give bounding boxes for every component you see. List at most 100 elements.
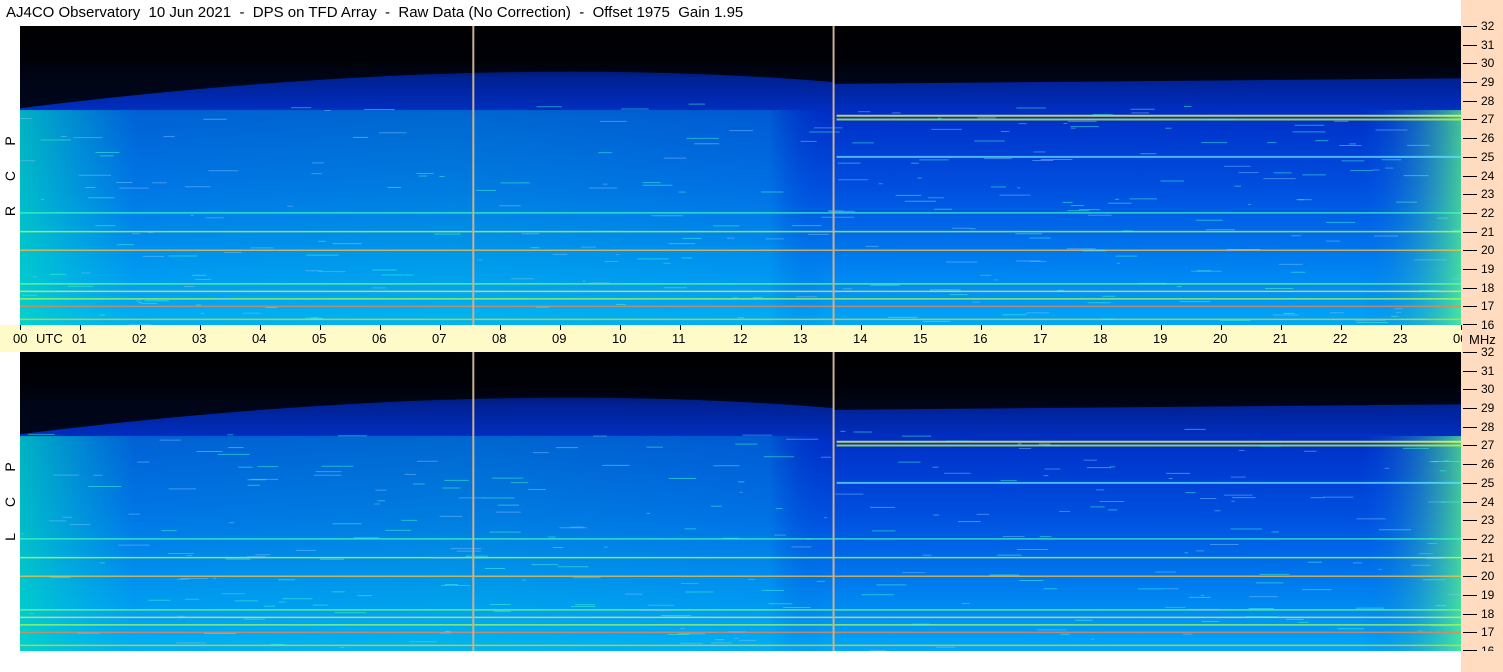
rcp-daytime-region (20, 110, 1461, 325)
frequency-tick-label: 20 (1481, 569, 1495, 583)
utc-tick-label: 20 (1213, 331, 1228, 346)
rcp-spectrogram (20, 26, 1461, 325)
utc-tick-mark (380, 325, 381, 330)
utc-tick-mark (1341, 325, 1342, 330)
utc-tick-mark (981, 325, 982, 330)
rcp-letter-r: R (2, 205, 18, 217)
utc-tick-mark (80, 325, 81, 330)
utc-tick-label: 16 (973, 331, 988, 346)
lcp-spectrogram-plot (20, 352, 1461, 651)
frequency-tick-mark (1463, 389, 1477, 390)
frequency-tick-mark (1463, 408, 1477, 409)
frequency-tick-mark (1463, 138, 1477, 139)
utc-tick-mark (200, 325, 201, 330)
frequency-tick-mark (1463, 632, 1477, 633)
frequency-tick-mark (1463, 371, 1477, 372)
utc-tick-mark (1281, 325, 1282, 330)
utc-tick-label: 06 (372, 331, 387, 346)
frequency-tick-mark (1463, 324, 1477, 325)
frequency-tick-label: 22 (1481, 206, 1495, 220)
frequency-tick-label: 21 (1481, 551, 1495, 565)
utc-tick-mark (921, 325, 922, 330)
lcp-spectrogram (20, 352, 1461, 651)
lcp-daytime-region (20, 436, 1461, 651)
frequency-tick-label: 18 (1481, 607, 1495, 621)
utc-tick-mark (1161, 325, 1162, 330)
utc-tick-mark (620, 325, 621, 330)
lcp-letter-c: C (2, 496, 18, 508)
frequency-tick-mark (1463, 213, 1477, 214)
utc-tick-mark (500, 325, 501, 330)
utc-tick-label: 22 (1333, 331, 1348, 346)
utc-tick-mark (140, 325, 141, 330)
lcp-letter-l: L (2, 533, 18, 541)
frequency-tick-mark (1463, 306, 1477, 307)
utc-tick-label: 14 (853, 331, 868, 346)
utc-tick-mark (1101, 325, 1102, 330)
frequency-tick-label: 19 (1481, 262, 1495, 276)
frequency-tick-mark (1463, 427, 1477, 428)
frequency-tick-mark (1463, 558, 1477, 559)
frequency-tick-label: 29 (1481, 401, 1495, 415)
frequency-tick-label: 19 (1481, 588, 1495, 602)
frequency-tick-mark (1463, 352, 1477, 353)
frequency-tick-label: 29 (1481, 75, 1495, 89)
utc-tick-label: 03 (192, 331, 207, 346)
utc-tick-mark (560, 325, 561, 330)
frequency-tick-label: 28 (1481, 420, 1495, 434)
frequency-tick-label: 18 (1481, 281, 1495, 295)
frequency-tick-mark (1463, 82, 1477, 83)
frequency-tick-mark (1463, 595, 1477, 596)
utc-tick-mark (1221, 325, 1222, 330)
frequency-tick-mark (1463, 176, 1477, 177)
frequency-tick-label: 26 (1481, 131, 1495, 145)
utc-tick-label: 09 (552, 331, 567, 346)
rcp-spectrogram-plot (20, 26, 1461, 325)
frequency-tick-mark (1463, 445, 1477, 446)
frequency-tick-mark (1463, 539, 1477, 540)
frequency-tick-label: 24 (1481, 169, 1495, 183)
frequency-tick-mark (1463, 269, 1477, 270)
utc-time-axis: 00 01 02 03 04 05 06 07 08 09 10 11 12 13 14 15 16 17 18 19… (0, 325, 1467, 352)
lcp-frequency-axis: 1617181920212223242526272829303132 (1461, 346, 1503, 657)
utc-tick-label: 10 (612, 331, 627, 346)
frequency-tick-mark (1463, 45, 1477, 46)
frequency-tick-label: 30 (1481, 382, 1495, 396)
utc-tick-mark (861, 325, 862, 330)
frequency-tick-label: 25 (1481, 150, 1495, 164)
utc-tick-mark (1041, 325, 1042, 330)
frequency-tick-mark (1463, 232, 1477, 233)
utc-tick-label: 11 (672, 331, 686, 346)
frequency-tick-label: 26 (1481, 457, 1495, 471)
frequency-tick-mark (1463, 194, 1477, 195)
utc-tick-label: 23 (1393, 331, 1408, 346)
frequency-tick-label: 27 (1481, 438, 1495, 452)
utc-tick-mark (741, 325, 742, 330)
utc-tick-label: 02 (132, 331, 147, 346)
utc-tick-mark (20, 325, 21, 330)
utc-tick-label: 18 (1093, 331, 1108, 346)
rcp-frequency-axis: 16 17 18 19 20 21 22 23 24 25 26 27 28 29 30 31 32 (1461, 20, 1503, 331)
chart-title: AJ4CO Observatory 10 Jun 2021 - DPS on T… (6, 4, 744, 21)
frequency-tick-mark (1463, 63, 1477, 64)
frequency-tick-label: 25 (1481, 476, 1495, 490)
utc-tick-label: 04 (252, 331, 267, 346)
frequency-tick-mark (1463, 614, 1477, 615)
frequency-tick-mark (1463, 119, 1477, 120)
rcp-letter-p: P (2, 136, 18, 146)
utc-tick-label: 12 (733, 331, 748, 346)
frequency-tick-label: 30 (1481, 56, 1495, 70)
utc-tick-label: 05 (312, 331, 327, 346)
utc-tick-label: 01 (72, 331, 87, 346)
utc-tick-label: 15 (913, 331, 928, 346)
utc-tick-mark (260, 325, 261, 330)
frequency-tick-label: 21 (1481, 225, 1495, 239)
frequency-tick-label: 31 (1481, 38, 1495, 52)
frequency-tick-label: 16 (1481, 318, 1495, 332)
frequency-tick-label: 17 (1481, 625, 1495, 639)
frequency-tick-mark (1463, 502, 1477, 503)
frequency-tick-label: 23 (1481, 187, 1495, 201)
frequency-tick-label: 22 (1481, 532, 1495, 546)
utc-tick-label: 19 (1153, 331, 1168, 346)
frequency-tick-label: 17 (1481, 299, 1495, 313)
